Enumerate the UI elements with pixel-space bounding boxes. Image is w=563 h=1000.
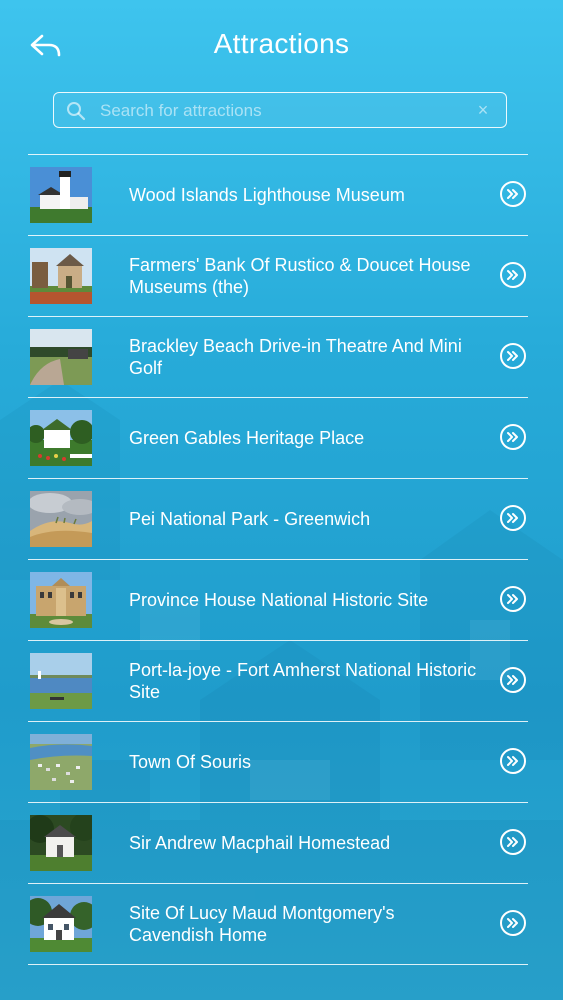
open-attraction-button[interactable] [500,424,526,450]
header-bar: Attractions [0,0,563,90]
list-item[interactable]: Port-la-joye - Fort Amherst National His… [28,641,528,722]
open-attraction-button[interactable] [500,505,526,531]
attraction-name: Wood Islands Lighthouse Museum [129,185,405,205]
thumbnail-image [30,248,92,304]
chevron-double-right-icon [507,513,518,523]
list-item[interactable]: Town Of Souris [28,722,528,803]
list-item[interactable]: Green Gables Heritage Place [28,398,528,479]
list-item[interactable]: Sir Andrew Macphail Homestead [28,803,528,884]
attraction-name: Sir Andrew Macphail Homestead [129,833,391,853]
attraction-name: Brackley Beach Drive-in Theatre And Mini… [129,336,462,378]
search-bar: × [53,92,507,128]
page-title: Attractions [213,28,350,59]
chevron-double-right-icon [507,756,518,766]
open-attraction-button[interactable] [500,343,526,369]
thumbnail-image [30,491,92,547]
open-attraction-button[interactable] [500,910,526,936]
thumbnail-image [30,734,92,790]
chevron-double-right-icon [507,189,518,199]
attraction-name: Green Gables Heritage Place [129,428,365,448]
chevron-double-right-icon [507,837,518,847]
chevron-double-right-icon [507,432,518,442]
open-attraction-button[interactable] [500,748,526,774]
attraction-name: Site Of Lucy Maud Montgomery's Cavendish… [129,903,395,945]
search-icon [67,102,86,121]
open-attraction-button[interactable] [500,586,526,612]
thumbnail-image [30,572,92,628]
open-attraction-button[interactable] [500,667,526,693]
thumbnail-image [30,329,92,385]
search-input[interactable] [98,93,472,128]
attraction-name: Farmers' Bank Of Rustico & Doucet House … [129,255,471,297]
thumbnail-image [30,896,92,952]
chevron-double-right-icon [507,675,518,685]
attraction-name: Town Of Souris [129,752,252,772]
attractions-list: Wood Islands Lighthouse Museum Farmers' … [28,154,528,965]
list-item[interactable]: Brackley Beach Drive-in Theatre And Mini… [28,317,528,398]
clear-icon[interactable]: × [474,101,492,119]
list-item[interactable]: Wood Islands Lighthouse Museum [28,155,528,236]
open-attraction-button[interactable] [500,829,526,855]
attraction-name: Pei National Park - Greenwich [129,509,371,529]
chevron-double-right-icon [507,918,518,928]
attraction-name: Province House National Historic Site [129,590,429,610]
list-item[interactable]: Site Of Lucy Maud Montgomery's Cavendish… [28,884,528,965]
attraction-name: Port-la-joye - Fort Amherst National His… [129,660,477,702]
thumbnail-image [30,167,92,223]
thumbnail-image [30,653,92,709]
list-item[interactable]: Pei National Park - Greenwich [28,479,528,560]
chevron-double-right-icon [507,594,518,604]
chevron-double-right-icon [507,351,518,361]
list-item[interactable]: Province House National Historic Site [28,560,528,641]
thumbnail-image [30,410,92,466]
chevron-double-right-icon [507,270,518,280]
thumbnail-image [30,815,92,871]
open-attraction-button[interactable] [500,262,526,288]
list-item[interactable]: Farmers' Bank Of Rustico & Doucet House … [28,236,528,317]
open-attraction-button[interactable] [500,181,526,207]
